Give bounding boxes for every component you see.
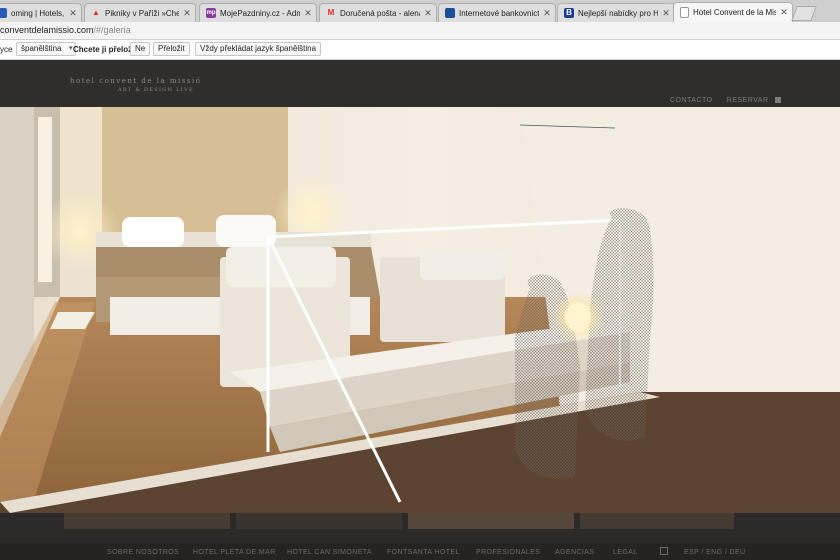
reserve-link[interactable]: RESERVAR bbox=[727, 97, 769, 104]
warning-triangle-icon: ▲ bbox=[92, 8, 100, 17]
footer-link-legal[interactable]: LEGAL bbox=[613, 549, 638, 556]
new-tab-button[interactable] bbox=[791, 6, 817, 21]
tab-title: oming | Hotels, Transfe bbox=[11, 8, 65, 18]
tab-pikniky[interactable]: ▲ Pikniky v Paříži »Chef Justin K ✕ bbox=[84, 3, 196, 22]
gallery-hero-image[interactable] bbox=[0, 107, 840, 513]
footer-link-can-simoneta[interactable]: HOTEL CAN SIMONETA bbox=[287, 549, 372, 556]
gallery-thumbnail[interactable] bbox=[64, 513, 230, 529]
footer-link-pleta-de-mar[interactable]: HOTEL PLETA DE MAR bbox=[193, 549, 276, 556]
tab-bank[interactable]: Internetové bankovnictví ✕ bbox=[438, 3, 556, 22]
close-icon[interactable]: ✕ bbox=[69, 8, 77, 19]
translate-bar: yce španělština ▾ Chcete ji přeložit? Ne… bbox=[0, 40, 840, 60]
tab-title: Hotel Convent de la Missió bbox=[693, 8, 776, 17]
gallery-thumbnail[interactable] bbox=[408, 513, 574, 529]
close-icon[interactable]: ✕ bbox=[424, 8, 432, 19]
tab-booking[interactable]: oming | Hotels, Transfe ✕ bbox=[0, 3, 82, 22]
chevron-down-icon: ▾ bbox=[68, 45, 73, 52]
gallery-thumbnails bbox=[0, 513, 840, 543]
grid-icon[interactable] bbox=[774, 97, 781, 104]
language-switcher[interactable]: ESP / ENG / DEU bbox=[684, 549, 746, 556]
close-icon[interactable]: ✕ bbox=[780, 7, 788, 18]
footer-nav: SOBRE NOSOTROS HOTEL PLETA DE MAR HOTEL … bbox=[0, 543, 840, 560]
url-text[interactable]: conventdelamissio.com/#/galeria bbox=[0, 25, 131, 35]
tab-booking-offers[interactable]: B Nejlepší nabídky pro Hotel Co ✕ bbox=[557, 3, 675, 22]
share-icon[interactable] bbox=[660, 547, 668, 555]
tab-title: Internetové bankovnictví bbox=[459, 8, 539, 18]
address-bar[interactable]: conventdelamissio.com/#/galeria bbox=[0, 22, 840, 40]
page-icon bbox=[680, 7, 689, 18]
close-icon[interactable]: ✕ bbox=[543, 8, 551, 19]
footer-link-agencies[interactable]: AGENCIAS bbox=[555, 549, 594, 556]
url-path: /#/galeria bbox=[93, 25, 131, 35]
gmail-icon: M bbox=[327, 8, 335, 17]
url-host: conventdelamissio.com bbox=[0, 25, 94, 35]
no-button[interactable]: Ne bbox=[130, 42, 151, 56]
bank-icon bbox=[445, 8, 455, 18]
footer-link-fontsanta[interactable]: FONTSANTA HOTEL bbox=[387, 549, 460, 556]
tab-title: Doručená pošta - alena@apc bbox=[340, 8, 420, 18]
footer-link-professionals[interactable]: PROFESIONALES bbox=[476, 549, 540, 556]
gallery-thumbnail[interactable] bbox=[580, 513, 734, 529]
footer-link-about[interactable]: SOBRE NOSOTROS bbox=[107, 549, 179, 556]
always-translate-button[interactable]: Vždy překládat jazyk španělština bbox=[195, 42, 322, 56]
translate-button[interactable]: Přeložit bbox=[153, 42, 190, 56]
booking-icon bbox=[0, 8, 7, 18]
gallery-thumbnail[interactable] bbox=[236, 513, 402, 529]
browser-tab-strip: oming | Hotels, Transfe ✕ ▲ Pikniky v Pa… bbox=[0, 0, 840, 23]
close-icon[interactable]: ✕ bbox=[183, 8, 191, 19]
tab-hotel-convent[interactable]: Hotel Convent de la Missió ✕ bbox=[673, 2, 793, 22]
tab-title: Nejlepší nabídky pro Hotel Co bbox=[578, 8, 658, 18]
b-icon: B bbox=[564, 8, 574, 18]
top-nav: CONTACTO RESERVAR bbox=[670, 97, 795, 104]
tab-title: Pikniky v Paříži »Chef Justin K bbox=[105, 8, 179, 18]
tab-title: MojePazdniny.cz - Administrac bbox=[220, 8, 300, 18]
tab-mojepazdniny[interactable]: mp MojePazdniny.cz - Administrac ✕ bbox=[199, 3, 317, 22]
close-icon[interactable]: ✕ bbox=[304, 8, 312, 19]
mp-icon: mp bbox=[206, 8, 216, 18]
translate-language-label: yce bbox=[0, 45, 13, 54]
language-select-value: španělština bbox=[21, 44, 62, 53]
hotel-logo[interactable]: hotel convent de la missió ART & DESIGN … bbox=[70, 77, 201, 95]
logo-tagline: ART & DESIGN LIVE bbox=[118, 87, 194, 93]
contact-link[interactable]: CONTACTO bbox=[670, 97, 713, 104]
language-select[interactable]: španělština ▾ bbox=[16, 42, 77, 56]
close-icon[interactable]: ✕ bbox=[662, 8, 670, 19]
tab-gmail[interactable]: M Doručená pošta - alena@apc ✕ bbox=[319, 3, 437, 22]
logo-name: hotel convent de la missió bbox=[70, 77, 202, 85]
